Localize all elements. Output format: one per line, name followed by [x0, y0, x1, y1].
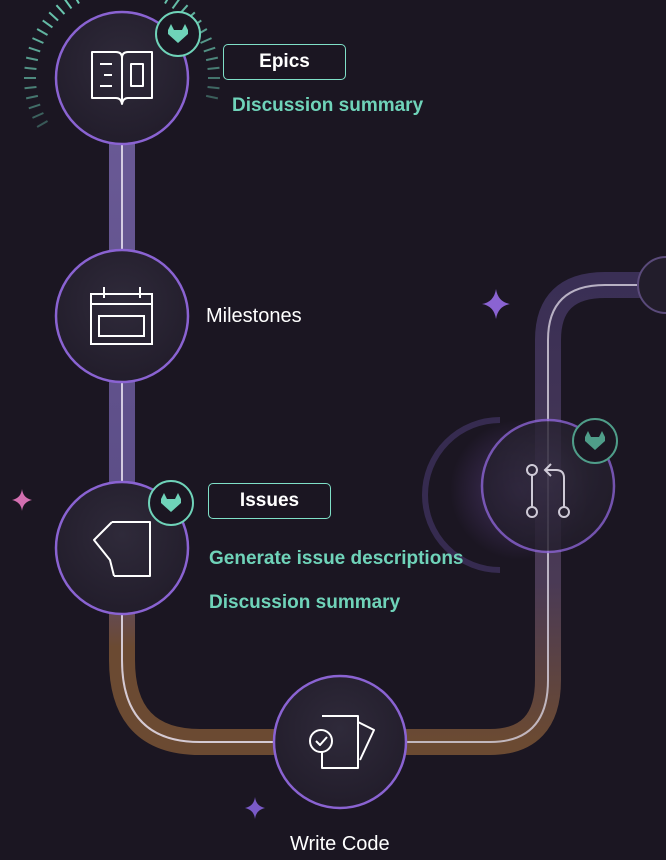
progress-tick: [207, 66, 220, 71]
progress-tick: [25, 94, 39, 100]
progress-tick: [24, 85, 37, 90]
left-path: [109, 110, 300, 755]
progress-tick: [171, 0, 180, 10]
epics-badge: [155, 11, 201, 57]
progress-tick: [32, 112, 44, 119]
progress-tick: [25, 56, 39, 62]
progress-tick: [203, 46, 216, 53]
epics-label: Epics: [223, 44, 346, 80]
issues-badge: [148, 480, 194, 526]
progress-tick: [42, 19, 54, 29]
progress-tick: [200, 37, 212, 44]
progress-tick: [205, 94, 219, 100]
issues-feature-discussion-summary: Discussion summary: [209, 592, 401, 613]
progress-tick: [24, 66, 37, 71]
progress-tick: [32, 37, 44, 44]
partial-node: [637, 256, 666, 314]
workflow-canvas: [12, 0, 666, 819]
progress-tick: [48, 11, 59, 22]
issues-feature-generate-descriptions: Generate issue descriptions: [209, 548, 464, 569]
progress-tick: [75, 0, 80, 5]
sparkle-icon: [245, 797, 265, 819]
milestones-node[interactable]: [54, 248, 190, 384]
write-code-label: Write Code: [290, 833, 390, 855]
progress-tick: [55, 4, 66, 15]
merge-request-badge: [572, 418, 618, 464]
progress-tick: [205, 56, 219, 62]
write-code-node[interactable]: [272, 674, 408, 810]
progress-tick: [36, 28, 49, 36]
epics-feature-discussion-summary: Discussion summary: [232, 95, 424, 116]
sparkle-icon: [482, 289, 510, 319]
issues-label: Issues: [208, 483, 331, 519]
progress-tick: [36, 120, 49, 128]
progress-tick: [28, 46, 41, 53]
milestones-label: Milestones: [206, 305, 302, 327]
progress-tick: [207, 85, 220, 90]
sparkle-icon: [12, 489, 32, 511]
progress-tick: [28, 103, 41, 110]
workflow-diagram: Epics Discussion summary Milestones Issu…: [0, 0, 666, 855]
progress-tick: [164, 0, 169, 5]
progress-tick: [64, 0, 73, 10]
